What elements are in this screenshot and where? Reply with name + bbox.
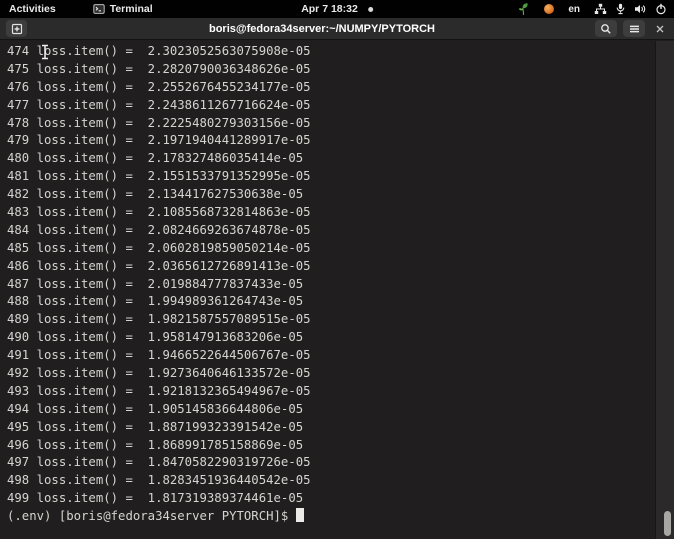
scrollbar-thumb[interactable] (664, 511, 671, 536)
power-icon (655, 3, 667, 15)
terminal-output-line: 486 loss.item() = 2.0365612726891413e-05 (7, 258, 311, 273)
terminal-output-line: 474 loss.item() = 2.3023052563075908e-05 (7, 44, 311, 58)
close-icon (655, 24, 665, 34)
system-menu[interactable] (594, 3, 667, 15)
app-menu-terminal[interactable]: Terminal (85, 0, 161, 18)
activities-button[interactable]: Activities (0, 0, 65, 18)
sprout-tray-icon[interactable] (517, 2, 530, 16)
keyboard-layout-indicator[interactable]: en (568, 4, 580, 15)
new-tab-button[interactable] (6, 20, 27, 37)
terminal-output-line: 494 loss.item() = 1.905145836644806e-05 (7, 401, 304, 416)
terminal-output-line: 485 loss.item() = 2.0602819859050214e-05 (7, 240, 311, 255)
volume-icon (634, 3, 647, 15)
terminal-screen[interactable]: 474 loss.item() = 2.3023052563075908e-05… (0, 41, 674, 539)
system-tray: en (517, 0, 674, 18)
terminal-output-line: 490 loss.item() = 1.958147913683206e-05 (7, 330, 304, 345)
terminal-titlebar[interactable]: boris@fedora34server:~/NUMPY/PYTORCH (0, 18, 674, 40)
text-cursor (295, 508, 304, 523)
gnome-top-bar: Activities Terminal Apr 7 18:32 en (0, 0, 674, 18)
terminal-output-line: 477 loss.item() = 2.2438611267716624e-05 (7, 97, 311, 112)
close-button[interactable] (651, 20, 669, 37)
terminal-output-line: 491 loss.item() = 1.9466522644506767e-05 (7, 348, 311, 363)
terminal-output-line: 487 loss.item() = 2.019884777837433e-05 (7, 276, 304, 291)
terminal-output-line: 498 loss.item() = 1.8283451936440542e-05 (7, 473, 311, 488)
clock-button[interactable]: Apr 7 18:32 (301, 0, 373, 18)
terminal-output-line: 480 loss.item() = 2.178327486035414e-05 (7, 151, 304, 166)
terminal-output-line: 497 loss.item() = 1.8470582290319726e-05 (7, 455, 311, 470)
menu-button[interactable] (623, 20, 645, 37)
terminal-output: 474 loss.item() = 2.3023052563075908e-05… (7, 43, 674, 508)
terminal-output-line: 495 loss.item() = 1.887199323391542e-05 (7, 419, 304, 434)
new-tab-icon (11, 23, 23, 35)
terminal-output-line: 492 loss.item() = 1.9273640646133572e-05 (7, 366, 311, 381)
terminal-output-line: 493 loss.item() = 1.9218132365494967e-05 (7, 383, 311, 398)
terminal-output-line: 482 loss.item() = 2.134417627530638e-05 (7, 187, 304, 202)
scrollbar-track[interactable] (655, 41, 674, 539)
terminal-output-line: 484 loss.item() = 2.0824669263674878e-05 (7, 222, 311, 237)
terminal-output-line: 488 loss.item() = 1.994989361264743e-05 (7, 294, 304, 309)
search-icon (600, 23, 612, 35)
network-icon (594, 3, 607, 15)
orange-tray-icon[interactable] (544, 4, 555, 14)
terminal-output-line: 489 loss.item() = 1.9821587557089515e-05 (7, 312, 311, 327)
hamburger-icon (629, 23, 640, 35)
terminal-output-line: 483 loss.item() = 2.1085568732814863e-05 (7, 205, 311, 220)
terminal-output-line: 475 loss.item() = 2.2820790036348626e-05 (7, 61, 311, 76)
app-menu-label: Terminal (109, 3, 153, 15)
terminal-app-icon (92, 3, 105, 15)
terminal-output-line: 478 loss.item() = 2.2225480279303156e-05 (7, 115, 311, 130)
terminal-output-line: 476 loss.item() = 2.2552676455234177e-05 (7, 79, 311, 94)
notification-dot (367, 6, 373, 12)
desktop: Activities Terminal Apr 7 18:32 en boris… (0, 0, 674, 539)
terminal-output-line: 496 loss.item() = 1.868991785158869e-05 (7, 437, 304, 452)
terminal-output-line: 499 loss.item() = 1.817319389374461e-05 (7, 491, 304, 506)
terminal-output-line: 481 loss.item() = 2.1551533791352995e-05 (7, 169, 311, 184)
microphone-icon (615, 3, 626, 15)
window-title: boris@fedora34server:~/NUMPY/PYTORCH (208, 23, 435, 35)
shell-prompt: (.env) [boris@fedora34server PYTORCH]$ (7, 509, 296, 524)
terminal-output-line: 479 loss.item() = 2.1971940441289917e-05 (7, 133, 311, 148)
search-button[interactable] (595, 20, 617, 37)
clock-label: Apr 7 18:32 (301, 3, 358, 15)
prompt-line: (.env) [boris@fedora34server PYTORCH]$ (7, 508, 674, 526)
